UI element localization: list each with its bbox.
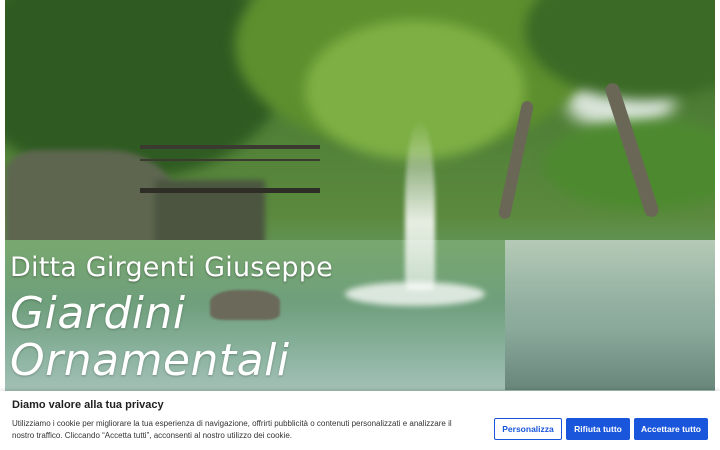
- wooden-bridge: [140, 145, 320, 193]
- hero-subtitle: Ditta Girgenti Giuseppe: [10, 252, 333, 283]
- reject-all-button[interactable]: Rifiuta tutto: [566, 418, 630, 440]
- hero-title: Giardini Ornamentali: [10, 290, 310, 384]
- customize-button[interactable]: Personalizza: [494, 418, 562, 440]
- cookie-banner-text: Utilizziamo i cookie per migliorare la t…: [12, 419, 452, 440]
- pond-reflection: [505, 240, 715, 390]
- fountain-splash: [345, 282, 485, 306]
- cookie-banner-title: Diamo valore alla tua privacy: [12, 399, 164, 411]
- accept-all-button[interactable]: Accettare tutto: [634, 418, 708, 440]
- fountain-jet: [405, 120, 435, 290]
- hero-title-line2: Ornamentali: [10, 335, 290, 386]
- cookie-banner: Diamo valore alla tua privacy Utilizziam…: [0, 391, 720, 450]
- hero-title-line1: Giardini: [10, 288, 186, 339]
